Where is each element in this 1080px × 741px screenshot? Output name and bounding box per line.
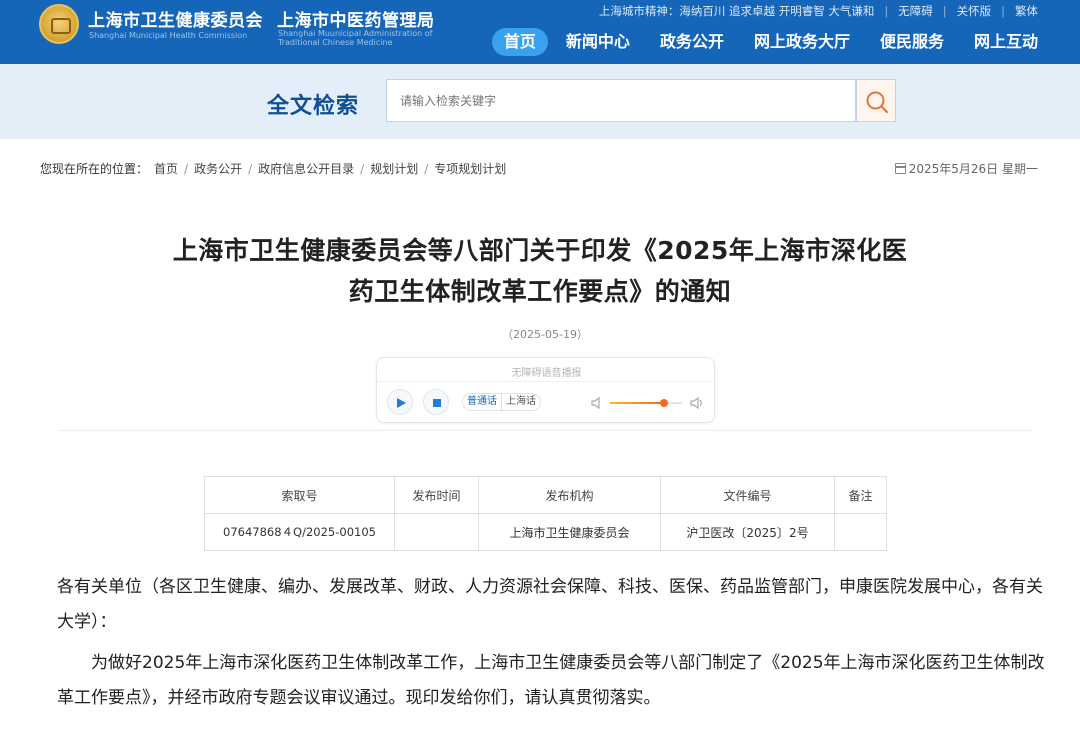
article-paragraph-2: 为做好2025年上海市深化医药卫生体制改革工作，上海市卫生健康委员会等八部门制定… — [57, 653, 1045, 708]
org-name-tcm[interactable]: 上海市中医药管理局 — [277, 6, 435, 31]
breadcrumb: 您现在所在的位置： 首页 / 政务公开 / 政府信息公开目录 / 规划计划 / 专项规划计划 — [40, 162, 507, 176]
cell-remarks — [834, 513, 887, 551]
volume-knob[interactable] — [660, 399, 668, 407]
search-title: 全文检索 — [267, 94, 360, 119]
audio-player: 无障碍语音播报 普通话 上海话 — [376, 357, 715, 423]
breadcrumb-item-catalog[interactable]: 政府信息公开目录 — [258, 162, 354, 176]
header-doc-number: 文件编号 — [660, 476, 835, 514]
org-name-health[interactable]: 上海市卫生健康委员会 — [88, 6, 263, 31]
article-title: 上海市卫生健康委员会等八部门关于印发《2025年上海市深化医 药卫生体制改革工作… — [150, 230, 930, 312]
breadcrumb-lead: 您现在所在的位置： — [40, 162, 149, 176]
calendar-icon — [894, 163, 906, 174]
current-date: 2025年5月26日 星期一 — [894, 160, 1038, 177]
city-spirit-text: 上海城市精神：海纳百川 追求卓越 开明睿智 大气谦和 — [598, 4, 875, 18]
volume-fill — [610, 402, 664, 404]
nav-item-services[interactable]: 便民服务 — [868, 28, 956, 56]
article-title-line1: 上海市卫生健康委员会等八部门关于印发《2025年上海市深化医 — [172, 236, 908, 265]
breadcrumb-item-gov-affairs[interactable]: 政务公开 — [194, 162, 242, 176]
top-links: 上海城市精神：海纳百川 追求卓越 开明睿智 大气谦和 | 无障碍 | 关怀版 | 繁体 — [598, 3, 1038, 19]
header-publish-time: 发布时间 — [394, 476, 479, 514]
volume-low-icon[interactable] — [590, 396, 604, 410]
emblem-logo[interactable] — [39, 4, 79, 44]
player-divider — [377, 381, 714, 382]
cell-publish-time — [394, 513, 479, 551]
header-remarks: 备注 — [834, 476, 887, 514]
header-publisher: 发布机构 — [478, 476, 661, 514]
volume-slider[interactable] — [610, 399, 682, 407]
org-name-tcm-en-line2: Traditional Chinese Medicine — [278, 38, 393, 47]
site-header: 上海市卫生健康委员会 Shanghai Municipal Health Com… — [0, 0, 1080, 64]
article-paragraph-1: 各有关单位（各区卫生健康、编办、发展改革、财政、人力资源社会保障、科技、医保、药… — [57, 577, 1043, 632]
accessibility-link[interactable]: 无障碍 — [898, 3, 933, 19]
document-info-table: 索取号 发布时间 发布机构 文件编号 备注 07647868４Q/2025-00… — [204, 476, 887, 551]
nav-item-interaction[interactable]: 网上互动 — [962, 28, 1050, 56]
player-label: 无障碍语音播报 — [511, 368, 582, 379]
table-row: 07647868４Q/2025-00105 上海市卫生健康委员会 沪卫医改〔20… — [204, 513, 887, 551]
main-nav: 首页 新闻中心 政务公开 网上政务大厅 便民服务 网上互动 — [486, 28, 1050, 56]
breadcrumb-item-home[interactable]: 首页 — [154, 162, 178, 176]
table-header-row: 索取号 发布时间 发布机构 文件编号 备注 — [204, 476, 887, 514]
cell-publisher: 上海市卫生健康委员会 — [478, 513, 661, 551]
nav-item-news[interactable]: 新闻中心 — [554, 28, 642, 56]
publish-date: （2025-05-19） — [502, 328, 588, 341]
org-name-health-en: Shanghai Municipal Health Commission — [89, 31, 248, 40]
lang-option-mandarin[interactable]: 普通话 — [463, 394, 501, 410]
language-toggle: 普通话 上海话 — [462, 393, 541, 411]
nav-item-online-hall[interactable]: 网上政务大厅 — [742, 28, 862, 56]
stop-icon — [433, 399, 441, 407]
header-index-no: 索取号 — [204, 476, 395, 514]
traditional-chinese-link[interactable]: 繁体 — [1015, 3, 1038, 19]
care-mode-link[interactable]: 关怀版 — [957, 3, 992, 19]
search-icon — [866, 91, 889, 114]
search-button[interactable] — [856, 79, 896, 122]
play-icon — [397, 398, 406, 408]
org-name-tcm-en-line1: Shanghai Muunicipal Administration of — [278, 29, 433, 38]
nav-item-gov-affairs[interactable]: 政务公开 — [648, 28, 736, 56]
lang-option-shanghainese[interactable]: 上海话 — [501, 394, 540, 410]
nav-item-home[interactable]: 首页 — [491, 28, 548, 56]
play-button[interactable] — [387, 389, 413, 415]
volume-high-icon[interactable] — [689, 396, 705, 410]
search-input[interactable] — [386, 79, 856, 122]
breadcrumb-item-plans[interactable]: 规划计划 — [370, 162, 418, 176]
current-date-text: 2025年5月26日 星期一 — [908, 162, 1038, 176]
stop-button[interactable] — [423, 389, 449, 415]
divider — [58, 430, 1032, 431]
cell-doc-number: 沪卫医改〔2025〕2号 — [660, 513, 835, 551]
article-title-line2: 药卫生体制改革工作要点》的通知 — [348, 277, 732, 306]
cell-index-no: 07647868４Q/2025-00105 — [204, 513, 395, 551]
breadcrumb-item-special-plans[interactable]: 专项规划计划 — [434, 162, 506, 176]
